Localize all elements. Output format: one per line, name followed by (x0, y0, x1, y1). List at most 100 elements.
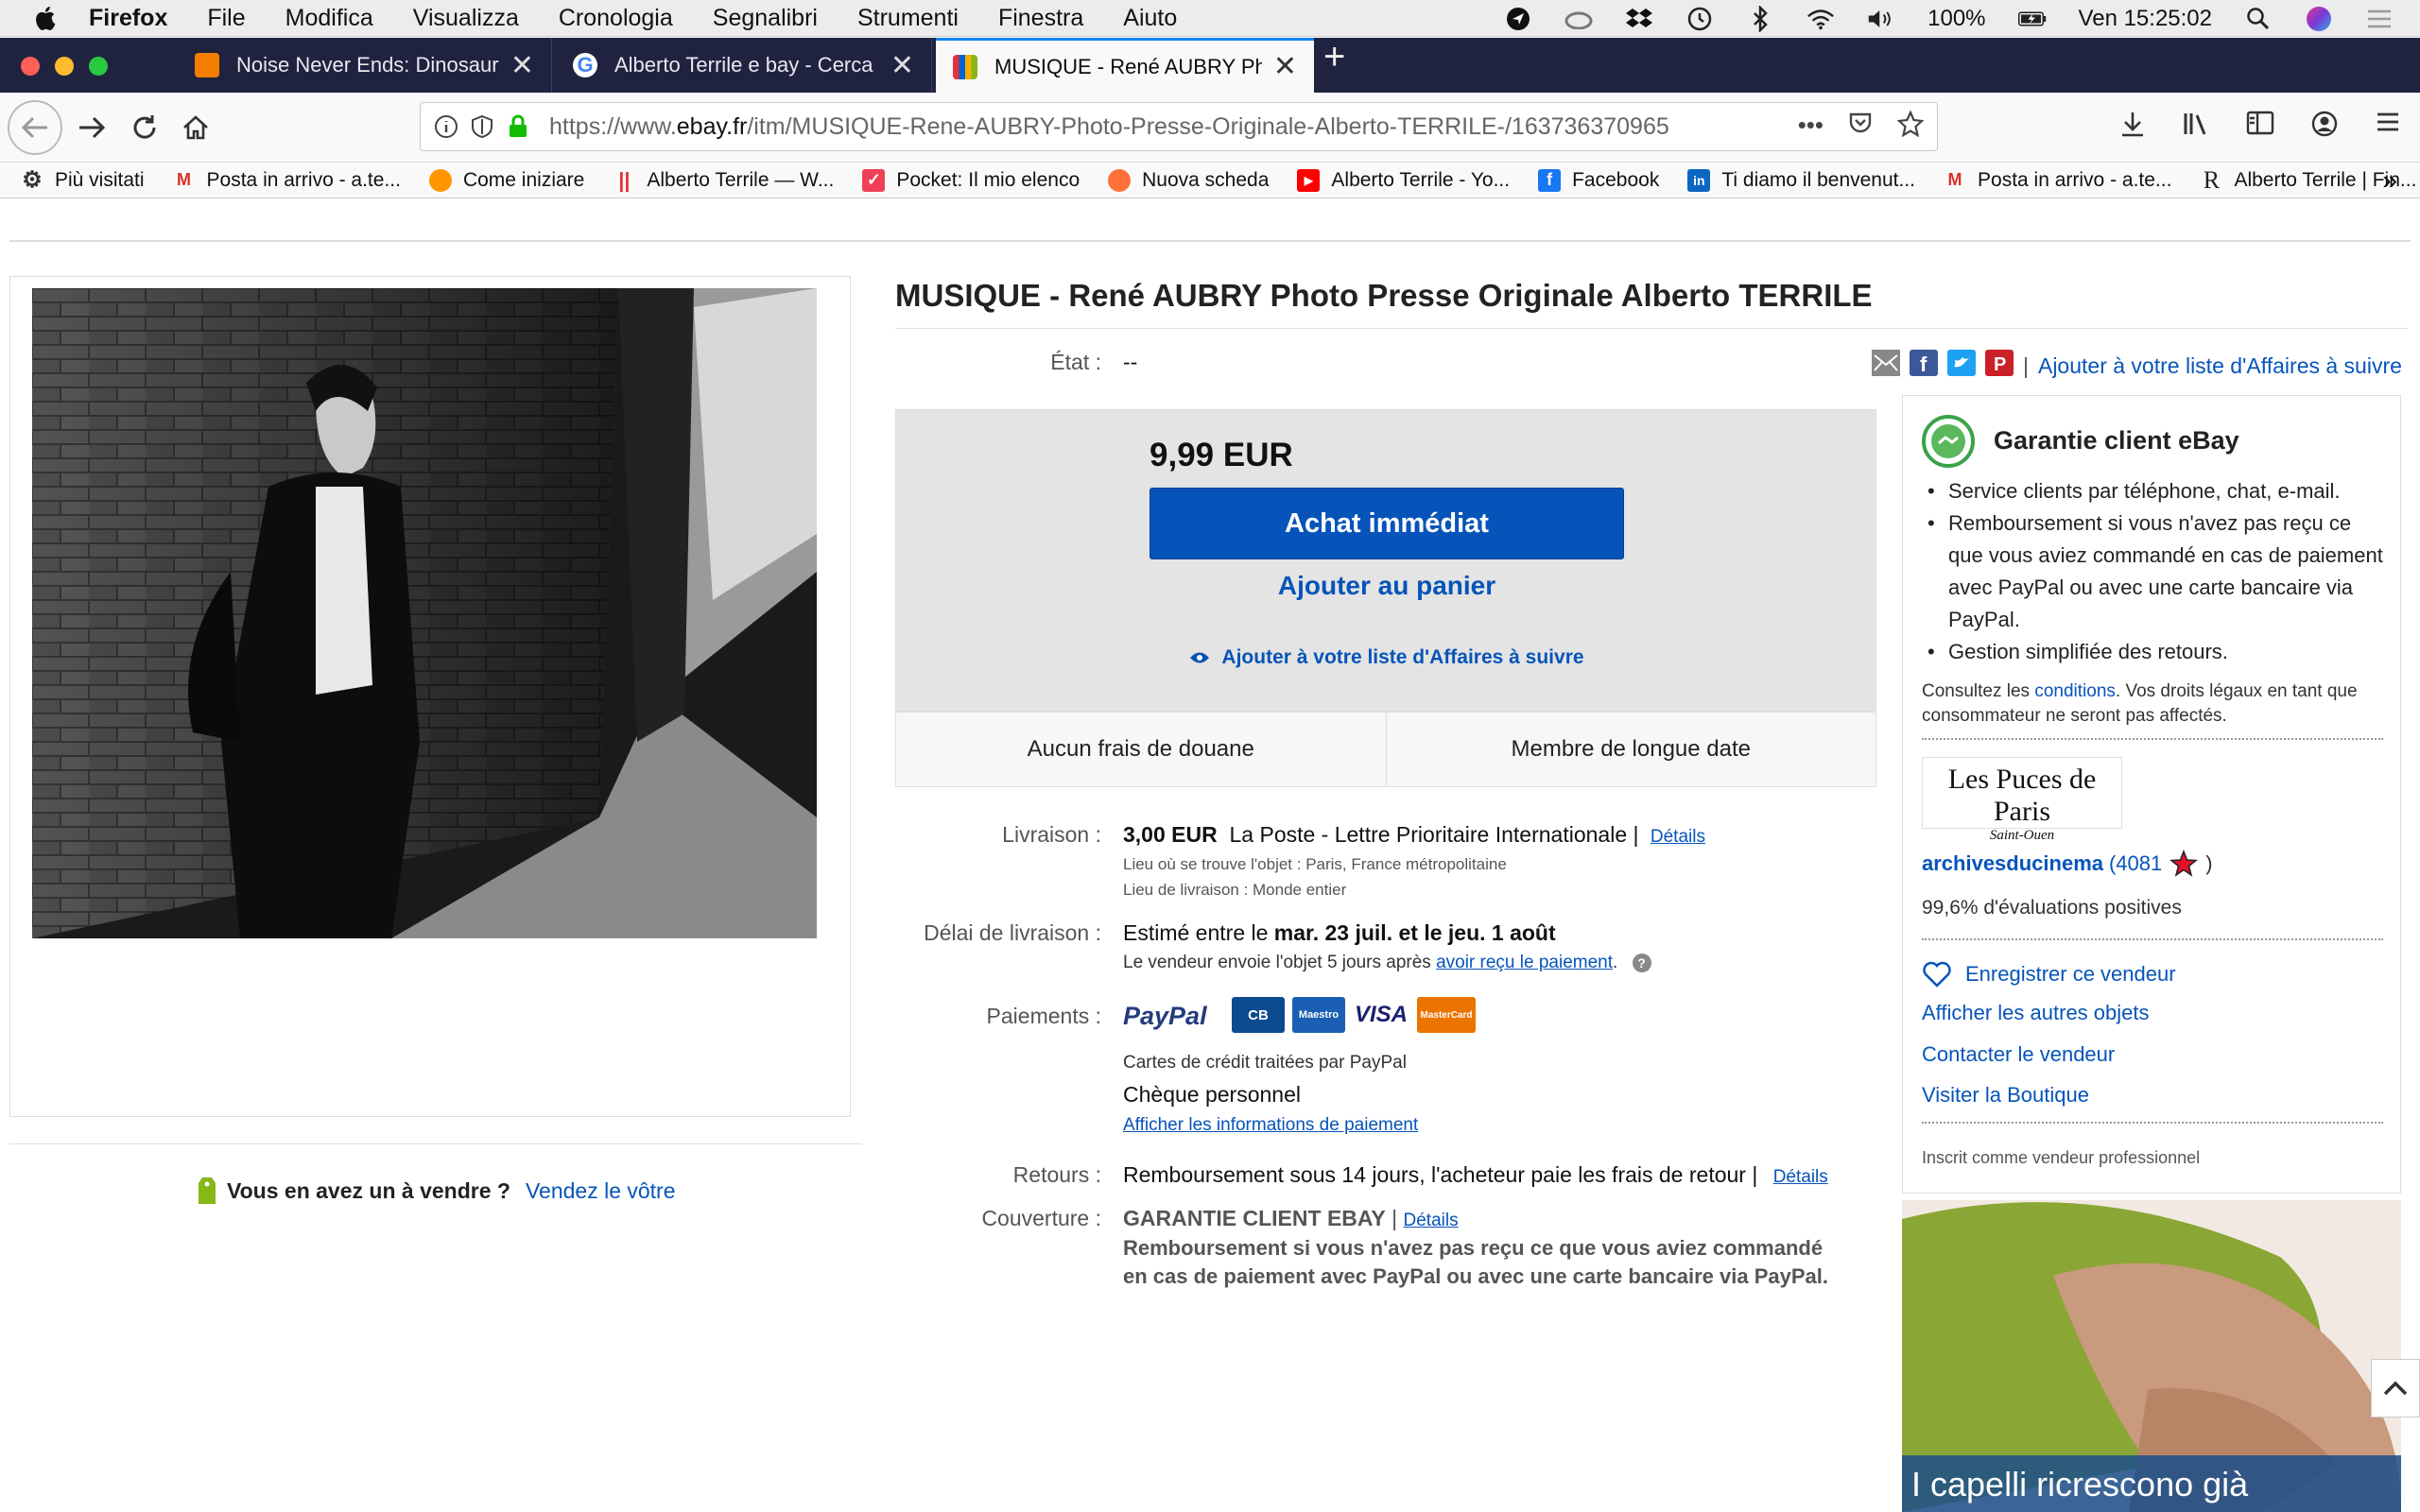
clock[interactable]: Ven 15:25:02 (2079, 6, 2212, 32)
feedback-score-link[interactable]: (4081 (2109, 851, 2162, 876)
tab-ebay-listing[interactable]: MUSIQUE - René AUBRY Photo ✕ (936, 38, 1314, 93)
buy-now-button[interactable]: Achat immédiat (1150, 488, 1624, 559)
window-minimize-button[interactable] (55, 57, 74, 76)
help-icon[interactable]: ? (1632, 954, 1651, 972)
home-button[interactable] (172, 104, 219, 151)
sell-yours-link[interactable]: Vendez le vôtre (526, 1178, 676, 1204)
account-icon[interactable] (2310, 110, 2339, 146)
spotlight-search-icon[interactable] (2244, 6, 2273, 32)
reload-button[interactable] (121, 104, 168, 151)
hamburger-menu-icon[interactable] (2375, 110, 2401, 146)
menu-app[interactable]: Firefox (89, 5, 167, 32)
lock-icon[interactable] (502, 111, 534, 143)
listing-photo[interactable] (32, 288, 817, 938)
volume-icon[interactable] (1867, 6, 1895, 32)
back-button[interactable] (8, 100, 62, 155)
apple-icon[interactable] (32, 5, 57, 31)
scroll-to-top-button[interactable] (2371, 1359, 2420, 1418)
seller-name-link[interactable]: archivesducinema (1922, 851, 2103, 876)
returns-policy: Remboursement sous 14 jours, l'acheteur … (1123, 1162, 1828, 1187)
coverage-text-2: en cas de paiement avec PayPal ou avec u… (1123, 1264, 1828, 1288)
bluetooth-icon[interactable] (1746, 5, 1774, 32)
bookmark-star-icon[interactable] (1896, 109, 1925, 144)
watchlist-link-top[interactable]: Ajouter à votre liste d'Affaires à suivr… (2038, 353, 2402, 379)
bookmarks-overflow-icon[interactable]: » (2382, 165, 2397, 196)
url-bar[interactable]: https://www.ebay.fr/itm/MUSIQUE-Rene-AUB… (420, 102, 1938, 151)
bookmark-getting-started[interactable]: Come iniziare (428, 168, 584, 192)
wifi-icon[interactable] (1806, 6, 1835, 32)
menu-help[interactable]: Aiuto (1123, 5, 1177, 32)
bookmark-most-visited[interactable]: ⚙ Più visitati (21, 167, 144, 193)
coverage-details-link[interactable]: Détails (1404, 1211, 1459, 1230)
tab-google-search[interactable]: G Alberto Terrile e bay - Cerca co ✕ (556, 38, 932, 93)
close-icon[interactable]: ✕ (510, 49, 534, 82)
menu-bookmarks[interactable]: Segnalibri (713, 5, 818, 32)
menu-edit[interactable]: Modifica (285, 5, 373, 32)
r-logo-icon: R (2203, 165, 2221, 194)
returns-details-link[interactable]: Détails (1773, 1167, 1828, 1187)
bookmark-gmail-2[interactable]: M Posta in arrivo - a.te... (1944, 169, 2172, 192)
bookmark-terrile-w[interactable]: || Alberto Terrile — W... (613, 168, 834, 192)
dispatch-note: Le vendeur envoie l'objet 5 jours après … (1123, 953, 1651, 973)
bookmark-youtube[interactable]: ▶ Alberto Terrile - Yo... (1297, 168, 1510, 192)
tab-title: Alberto Terrile e bay - Cerca co (614, 53, 879, 77)
menu-view[interactable]: Visualizza (413, 5, 519, 32)
firefox-icon (428, 168, 452, 192)
menu-tools[interactable]: Strumenti (857, 5, 959, 32)
menu-history[interactable]: Cronologia (559, 5, 673, 32)
condition-value: -- (1123, 350, 1138, 374)
tracking-shield-icon[interactable] (466, 111, 498, 143)
bookmark-facebook[interactable]: f Facebook (1538, 168, 1659, 192)
window-close-button[interactable] (21, 57, 40, 76)
bookmark-linkedin[interactable]: in Ti diamo il benvenut... (1687, 168, 1915, 192)
contact-seller-link[interactable]: Contacter le vendeur (1922, 1042, 2115, 1067)
save-seller-link[interactable]: Enregistrer ce vendeur (1922, 961, 2176, 988)
add-to-cart-link[interactable]: Ajouter au panier (1150, 571, 1624, 601)
close-icon[interactable]: ✕ (1273, 50, 1297, 83)
window-zoom-button[interactable] (89, 57, 108, 76)
payment-info-link[interactable]: Afficher les informations de paiement (1123, 1115, 1418, 1135)
seller-store-logo[interactable]: Les Puces de Paris Saint-Ouen (1922, 757, 2122, 843)
bookmark-pocket[interactable]: ✓ Pocket: Il mio elenco (862, 168, 1080, 192)
payment-received-link[interactable]: avoir reçu le paiement (1436, 953, 1613, 972)
notification-center-icon[interactable] (2365, 6, 2394, 32)
gmail-icon: M (177, 170, 192, 189)
library-icon[interactable] (2182, 110, 2210, 146)
siri-icon[interactable] (2305, 6, 2333, 32)
email-share-icon[interactable] (1872, 350, 1900, 382)
visit-store-link[interactable]: Visiter la Boutique (1922, 1083, 2089, 1108)
battery-icon[interactable] (2017, 6, 2047, 32)
shipping-details-link[interactable]: Détails (1651, 827, 1705, 847)
creative-cloud-icon[interactable] (1564, 6, 1593, 32)
menu-file[interactable]: File (207, 5, 245, 32)
forward-button[interactable] (68, 104, 115, 151)
macos-menubar: Firefox File Modifica Visualizza Cronolo… (0, 0, 2420, 37)
card-note: Cartes de crédit traitées par PayPal (1123, 1053, 1407, 1073)
menu-window[interactable]: Finestra (998, 5, 1083, 32)
new-tab-button[interactable]: + (1323, 36, 1345, 78)
pocket-icon[interactable] (1848, 111, 1873, 144)
downloads-icon[interactable] (2119, 110, 2146, 146)
page-actions-button[interactable]: ••• (1798, 111, 1824, 144)
dropbox-icon[interactable] (1625, 6, 1653, 32)
sidebar-toggle-icon[interactable] (2246, 110, 2274, 146)
twitter-share-icon[interactable] (1947, 350, 1976, 382)
gear-icon: ⚙ (22, 167, 43, 193)
mastercard-icon: MasterCard (1417, 997, 1476, 1033)
guarantee-bullet: Service clients par téléphone, chat, e-m… (1927, 475, 2383, 507)
pinterest-share-icon[interactable]: P (1985, 350, 2014, 382)
bookmark-gmail[interactable]: M Posta in arrivo - a.te... (173, 169, 401, 192)
advertisement[interactable]: I capelli ricrescono già (1902, 1200, 2401, 1512)
svg-text:f: f (1920, 352, 1927, 376)
add-to-watchlist-link[interactable]: Ajouter à votre liste d'Affaires à suivr… (1150, 646, 1624, 669)
time-machine-icon[interactable] (1685, 6, 1714, 32)
ad-text: I capelli ricrescono già (1911, 1465, 2249, 1503)
location-arrow-icon[interactable] (1504, 6, 1532, 32)
close-icon[interactable]: ✕ (890, 49, 914, 82)
tab-blogger[interactable]: Noise Never Ends: Dinosaur Jr. ✕ (178, 38, 552, 93)
info-icon[interactable] (430, 111, 462, 143)
other-items-link[interactable]: Afficher les autres objets (1922, 1001, 2150, 1025)
bookmark-new-tab[interactable]: Nuova scheda (1108, 168, 1269, 192)
facebook-share-icon[interactable]: f (1910, 350, 1938, 382)
conditions-link[interactable]: conditions (2034, 681, 2116, 701)
